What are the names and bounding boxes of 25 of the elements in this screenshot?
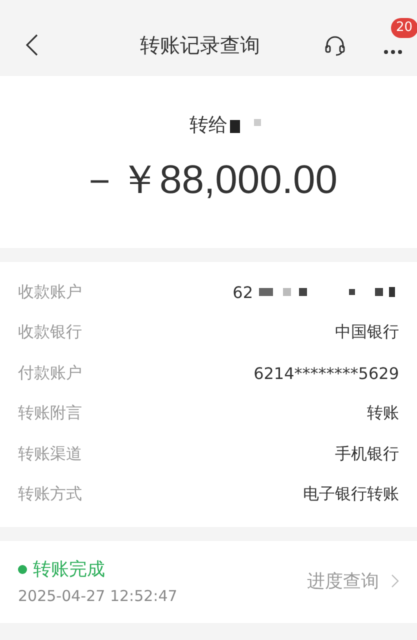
detail-label: 转账附言 xyxy=(18,403,82,424)
detail-value: 62 xyxy=(232,282,253,302)
detail-value: 手机银行 xyxy=(335,444,399,465)
more-icon[interactable] xyxy=(383,48,403,54)
detail-label: 收款银行 xyxy=(18,322,82,344)
detail-value: 电子银行转账 xyxy=(303,484,399,506)
status-text: 转账完成 xyxy=(33,558,105,581)
back-icon[interactable] xyxy=(26,34,38,56)
detail-value: 转账 xyxy=(367,403,399,424)
detail-label: 付款账户 xyxy=(18,362,82,384)
detail-value: 中国银行 xyxy=(335,322,399,344)
redaction-mark xyxy=(228,116,264,134)
recipient-label: 转给 xyxy=(190,113,228,138)
detail-label: 转账渠道 xyxy=(18,444,82,465)
detail-label: 收款账户 xyxy=(18,282,82,303)
progress-query-link[interactable]: 进度查询 xyxy=(307,569,399,593)
detail-value: 6214********5629 xyxy=(254,364,399,383)
headset-icon[interactable] xyxy=(323,33,347,57)
status-dot xyxy=(18,564,27,574)
transfer-time: 2025-04-27 12:52:47 xyxy=(18,587,178,605)
chevron-right-icon xyxy=(391,574,399,588)
notification-badge: 20 xyxy=(391,18,417,38)
transfer-amount: －￥88,000.00 xyxy=(80,157,338,204)
page-title: 转账记录查询 xyxy=(140,32,260,58)
detail-label: 转账方式 xyxy=(18,484,82,506)
